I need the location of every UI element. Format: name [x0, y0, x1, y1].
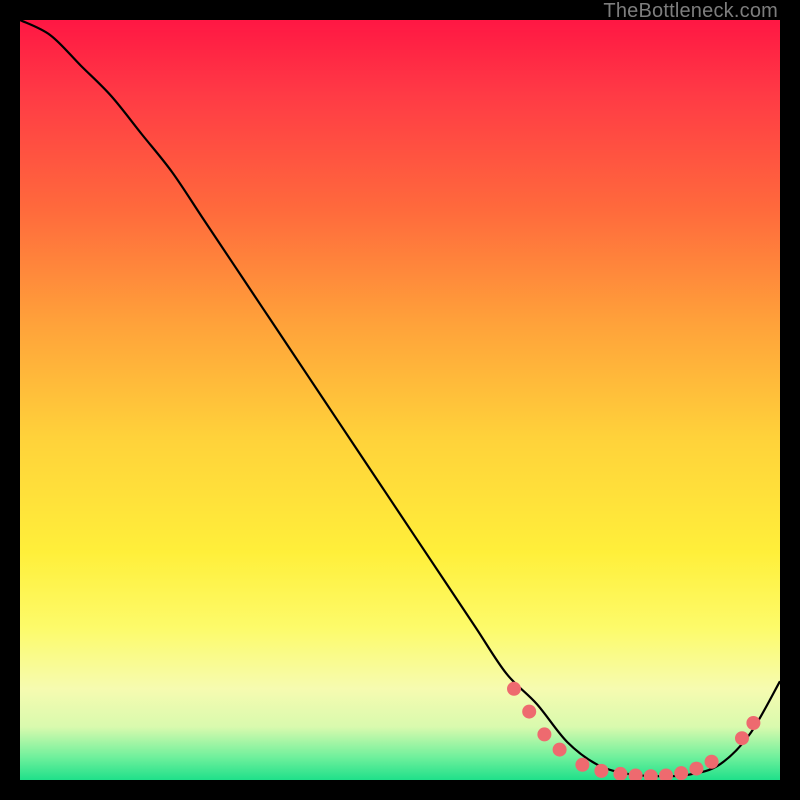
- curve-markers: [507, 682, 760, 780]
- data-marker: [537, 727, 551, 741]
- data-marker: [674, 766, 688, 780]
- data-marker: [507, 682, 521, 696]
- data-marker: [553, 743, 567, 757]
- data-marker: [659, 768, 673, 780]
- curve-svg: [20, 20, 780, 780]
- bottleneck-curve: [20, 20, 780, 776]
- data-marker: [613, 767, 627, 780]
- data-marker: [594, 764, 608, 778]
- data-marker: [522, 705, 536, 719]
- data-marker: [575, 758, 589, 772]
- chart-frame: TheBottleneck.com: [0, 0, 800, 800]
- plot-area: [20, 20, 780, 780]
- data-marker: [735, 731, 749, 745]
- data-marker: [689, 762, 703, 776]
- data-marker: [746, 716, 760, 730]
- data-marker: [629, 768, 643, 780]
- data-marker: [644, 769, 658, 780]
- data-marker: [705, 755, 719, 769]
